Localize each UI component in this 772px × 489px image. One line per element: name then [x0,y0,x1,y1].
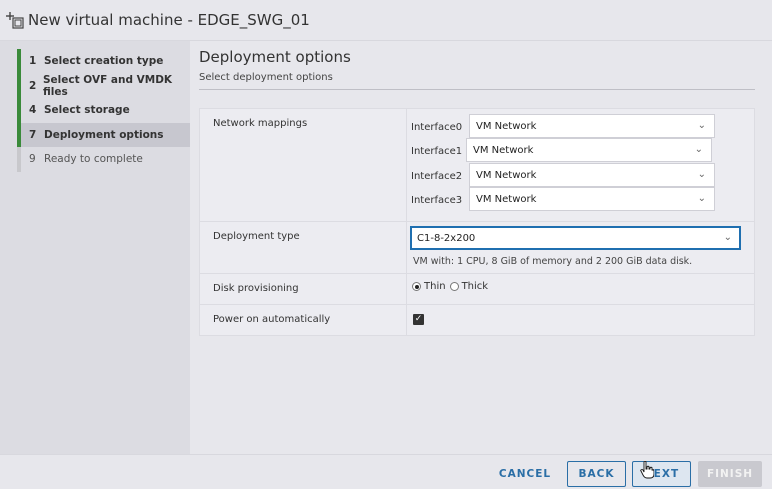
hand-cursor-icon [640,461,654,479]
deployment-type-label: Deployment type [213,231,300,242]
step-number: 9 [29,153,36,166]
step-deployment-options[interactable]: 7 Deployment options [17,122,190,147]
thick-radio[interactable] [449,282,459,291]
deployment-options-form: Network mappings Interface0 Interface1 I… [199,108,755,336]
interface0-network-select[interactable]: VM Network ⌄ [469,114,715,138]
step-select-creation-type[interactable]: 1 Select creation type [17,49,190,74]
step-label: Deployment options [44,128,164,141]
step-number: 2 [29,79,37,92]
select-value: VM Network [473,144,534,156]
disk-provisioning-options: Thin Thick [407,274,754,292]
step-number: 7 [29,128,37,141]
interface-name: Interface3 [411,195,463,207]
network-mappings-label: Network mappings [213,118,308,129]
step-label: Select creation type [44,55,164,68]
power-on-label: Power on automatically [213,314,331,325]
select-value: C1-8-2x200 [417,232,476,244]
network-mappings-row: Network mappings Interface0 Interface1 I… [200,109,754,221]
deployment-type-select[interactable]: C1-8-2x200 ⌄ [410,226,741,250]
step-label: Select OVF and VMDK files [43,73,173,98]
finish-button[interactable]: FINISH [698,461,762,487]
chevron-down-icon: ⌄ [697,193,706,204]
interface2-network-select[interactable]: VM Network ⌄ [469,163,715,187]
disk-provisioning-label: Disk provisioning [213,283,299,294]
back-button[interactable]: BACK [567,461,626,487]
deployment-type-row: Deployment type C1-8-2x200 ⌄ VM with: 1 … [200,221,754,273]
step-select-storage[interactable]: 4 Select storage [17,98,190,123]
interface1-network-select[interactable]: VM Network ⌄ [466,138,712,162]
step-number: 1 [29,55,37,68]
new-vm-icon [6,12,24,29]
window-title: New virtual machine - EDGE_SWG_01 [28,11,310,29]
interface-name: Interface1 [411,146,463,158]
chevron-down-icon: ⌄ [723,232,732,243]
step-ready-to-complete[interactable]: 9 Ready to complete [17,147,190,172]
power-on-checkbox[interactable]: ✓ [413,314,424,325]
page-subtitle: Select deployment options [199,72,333,83]
deployment-description: VM with: 1 CPU, 8 GiB of memory and 2 20… [413,256,693,267]
step-number: 4 [29,104,37,117]
select-value: VM Network [476,169,537,181]
interface-name: Interface2 [411,170,463,182]
title-divider [199,89,755,90]
thick-label[interactable]: Thick [462,281,489,292]
step-select-ovf-vmdk[interactable]: 2 Select OVF and VMDK files [17,73,190,98]
select-value: VM Network [476,193,537,205]
step-label: Select storage [44,104,130,117]
page-title: Deployment options [199,48,351,66]
chevron-down-icon: ⌄ [697,169,706,180]
chevron-down-icon: ⌄ [697,120,706,131]
interface3-network-select[interactable]: VM Network ⌄ [469,187,715,211]
cancel-button[interactable]: CANCEL [490,461,560,487]
power-on-row: Power on automatically ✓ [200,304,754,335]
thin-radio[interactable] [412,282,421,291]
window-titlebar: New virtual machine - EDGE_SWG_01 [0,0,772,40]
chevron-down-icon: ⌄ [694,144,703,155]
step-label: Ready to complete [44,153,143,166]
thin-label[interactable]: Thin [424,281,446,292]
interface-name: Interface0 [411,121,463,133]
disk-provisioning-row: Disk provisioning Thin Thick [200,273,754,304]
wizard-steps-sidebar: 1 Select creation type 2 Select OVF and … [0,41,190,454]
wizard-footer: CANCEL BACK NEXT FINISH [0,454,772,489]
main-content: Deployment options Select deployment opt… [190,41,772,454]
select-value: VM Network [476,120,537,132]
